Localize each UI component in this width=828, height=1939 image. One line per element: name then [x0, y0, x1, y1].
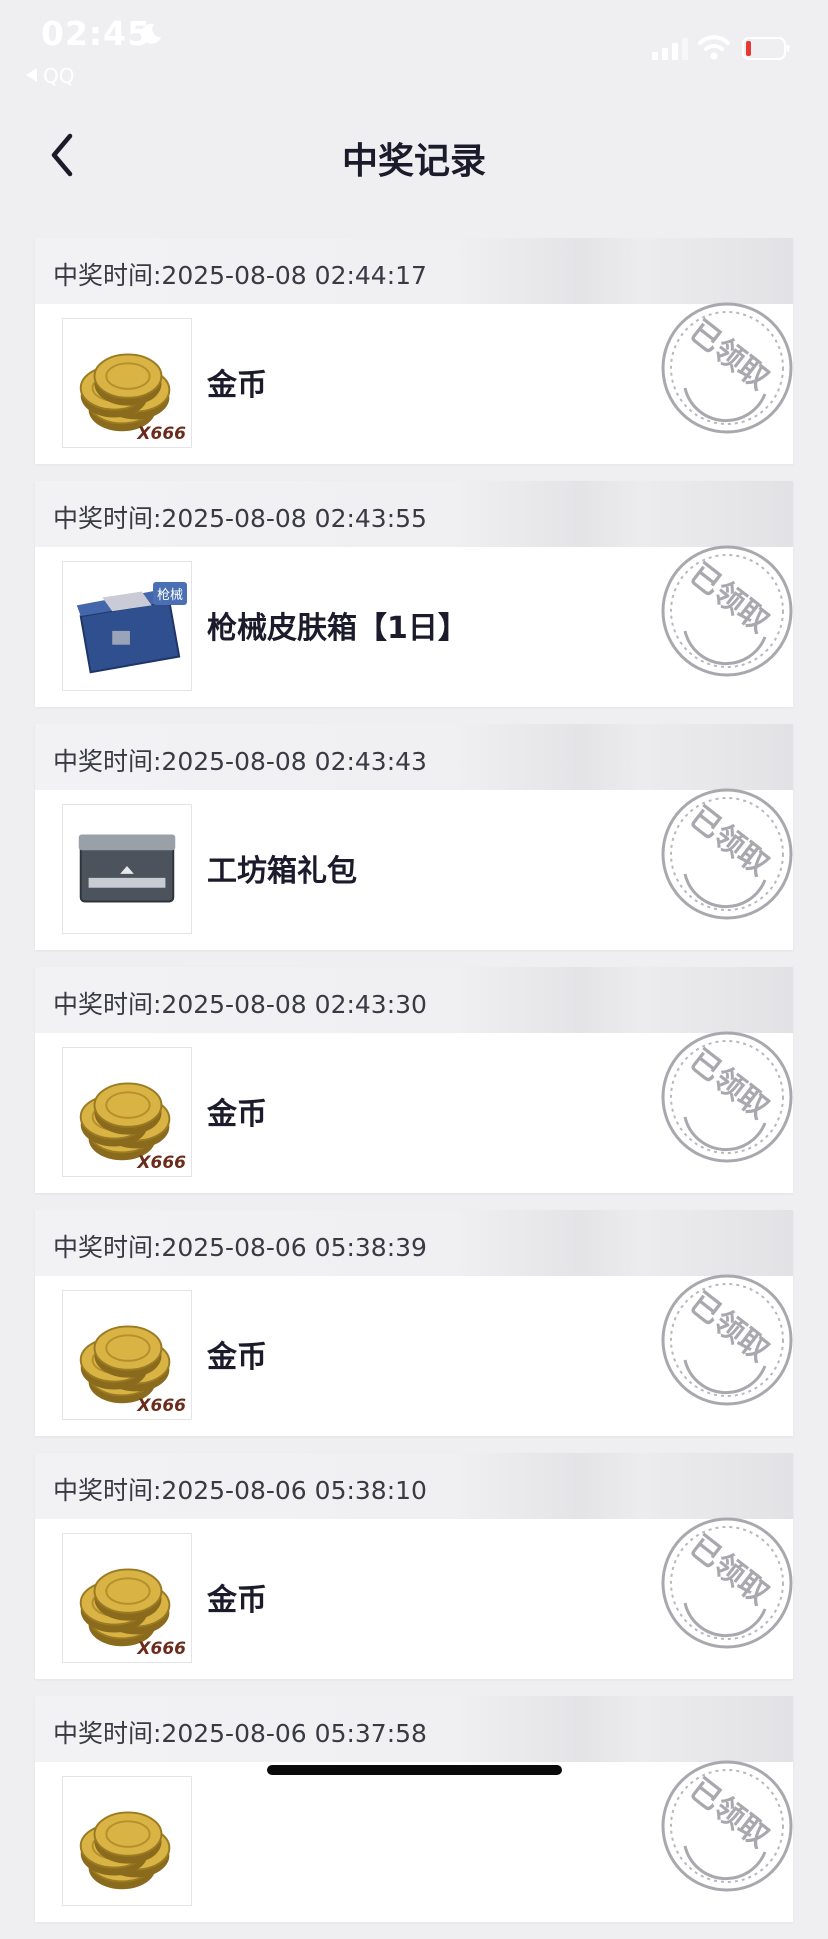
prize-name: 枪械皮肤箱【1日】 — [207, 611, 468, 646]
stamp-label: 已领取 — [683, 1529, 775, 1612]
prize-thumbnail: X666 — [62, 1533, 192, 1663]
home-indicator[interactable] — [267, 1765, 562, 1775]
prize-thumbnail — [62, 1776, 192, 1906]
prize-thumbnail: X666 — [62, 1290, 192, 1420]
record-header: 中奖时间:2025-08-06 05:38:39 — [35, 1210, 793, 1276]
status-time: 02:45 — [41, 14, 152, 53]
record-header: 中奖时间:2025-08-06 05:38:10 — [35, 1453, 793, 1519]
status-bar: 02:45 QQ — [0, 0, 828, 90]
claimed-stamp-icon: 已领取 — [661, 1760, 793, 1892]
claimed-stamp: 已领取 — [661, 1760, 793, 1892]
stamp-label: 已领取 — [683, 557, 775, 640]
quantity-label: X666 — [137, 424, 186, 444]
record-card[interactable]: 中奖时间:2025-08-08 02:44:17 X666 金币 已领取 — [35, 238, 793, 464]
claimed-stamp: 已领取 — [661, 1517, 793, 1649]
record-time: 中奖时间:2025-08-08 02:43:43 — [53, 747, 427, 776]
claimed-stamp-icon: 已领取 — [661, 1517, 793, 1649]
stamp-label: 已领取 — [683, 1286, 775, 1369]
claimed-stamp-icon: 已领取 — [661, 302, 793, 434]
gold-coins-icon — [79, 353, 171, 432]
record-header: 中奖时间:2025-08-06 05:37:58 — [35, 1696, 793, 1762]
quantity-label: X666 — [137, 1396, 186, 1416]
back-triangle-icon — [26, 68, 37, 82]
workshop-box-icon — [78, 834, 176, 903]
prize-name: 金币 — [207, 1583, 267, 1618]
gold-coins-icon — [79, 1811, 171, 1890]
record-header: 中奖时间:2025-08-08 02:43:55 — [35, 481, 793, 547]
record-time: 中奖时间:2025-08-08 02:43:55 — [53, 504, 427, 533]
signal-icon — [652, 38, 688, 60]
record-card[interactable]: 中奖时间:2025-08-08 02:43:30 X666 金币 已领取 — [35, 967, 793, 1193]
back-app-label: QQ — [43, 64, 75, 88]
prize-name: 金币 — [207, 1097, 267, 1132]
stamp-label: 已领取 — [683, 314, 775, 397]
record-time: 中奖时间:2025-08-06 05:38:39 — [53, 1233, 427, 1262]
claimed-stamp: 已领取 — [661, 545, 793, 677]
claimed-stamp-icon: 已领取 — [661, 788, 793, 920]
record-header: 中奖时间:2025-08-08 02:43:30 — [35, 967, 793, 1033]
record-card[interactable]: 中奖时间:2025-08-08 02:43:55 枪械 枪械皮肤箱【1日】 已领取 — [35, 481, 793, 707]
gold-coins-icon — [79, 1082, 171, 1161]
record-header: 中奖时间:2025-08-08 02:44:17 — [35, 238, 793, 304]
battery-icon — [742, 37, 790, 60]
prize-thumbnail: 枪械 — [62, 561, 192, 691]
record-card[interactable]: 中奖时间:2025-08-06 05:37:58 已领取 — [35, 1696, 793, 1922]
record-time: 中奖时间:2025-08-06 05:37:58 — [53, 1719, 427, 1748]
prize-record-list: 中奖时间:2025-08-08 02:44:17 X666 金币 已领取 中奖时间:20… — [35, 238, 793, 1939]
record-card[interactable]: 中奖时间:2025-08-06 05:38:39 X666 金币 已领取 — [35, 1210, 793, 1436]
gold-coins-icon — [79, 1325, 171, 1404]
record-card[interactable]: 中奖时间:2025-08-06 05:38:10 X666 金币 已领取 — [35, 1453, 793, 1679]
record-time: 中奖时间:2025-08-08 02:43:30 — [53, 990, 427, 1019]
prize-thumbnail: X666 — [62, 318, 192, 448]
page-title: 中奖记录 — [341, 141, 486, 182]
claimed-stamp-icon: 已领取 — [661, 545, 793, 677]
stamp-label: 已领取 — [683, 1772, 775, 1855]
prize-name: 工坊箱礼包 — [207, 854, 357, 889]
claimed-stamp: 已领取 — [661, 1031, 793, 1163]
wifi-icon — [698, 35, 730, 60]
back-to-app-link[interactable]: QQ — [26, 64, 74, 88]
quantity-label: X666 — [137, 1639, 186, 1659]
claimed-stamp-icon: 已领取 — [661, 1031, 793, 1163]
record-time: 中奖时间:2025-08-06 05:38:10 — [53, 1476, 427, 1505]
gold-coins-icon — [79, 1568, 171, 1647]
quantity-label: X666 — [137, 1153, 186, 1173]
prize-name: 金币 — [207, 368, 267, 403]
navigation-bar: 中奖记录 — [0, 110, 828, 200]
prize-thumbnail — [62, 804, 192, 934]
record-card[interactable]: 中奖时间:2025-08-08 02:43:43 工坊箱礼包 已领取 — [35, 724, 793, 950]
claimed-stamp-icon: 已领取 — [661, 1274, 793, 1406]
claimed-stamp: 已领取 — [661, 788, 793, 920]
prize-thumbnail: X666 — [62, 1047, 192, 1177]
record-header: 中奖时间:2025-08-08 02:43:43 — [35, 724, 793, 790]
claimed-stamp: 已领取 — [661, 302, 793, 434]
category-tag: 枪械 — [152, 582, 187, 605]
stamp-label: 已领取 — [683, 1043, 775, 1126]
prize-name: 金币 — [207, 1340, 267, 1375]
moon-icon — [141, 23, 161, 44]
stamp-label: 已领取 — [683, 800, 775, 883]
claimed-stamp: 已领取 — [661, 1274, 793, 1406]
record-time: 中奖时间:2025-08-08 02:44:17 — [53, 261, 427, 290]
